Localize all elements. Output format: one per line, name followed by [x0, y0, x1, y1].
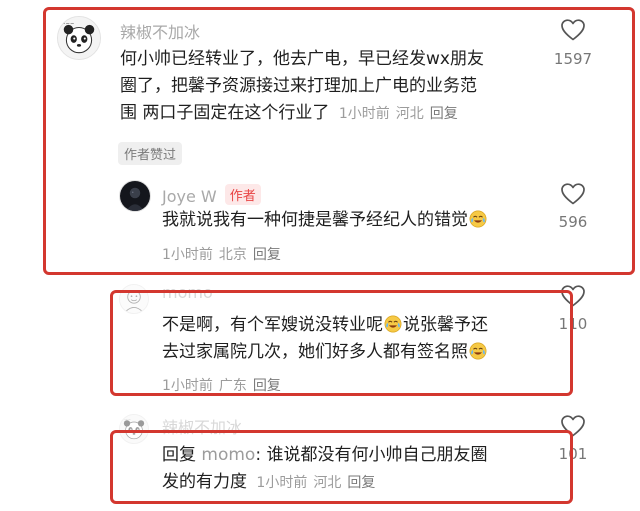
highlight-box	[110, 290, 573, 396]
highlight-box	[110, 430, 573, 504]
highlight-box	[43, 7, 635, 275]
